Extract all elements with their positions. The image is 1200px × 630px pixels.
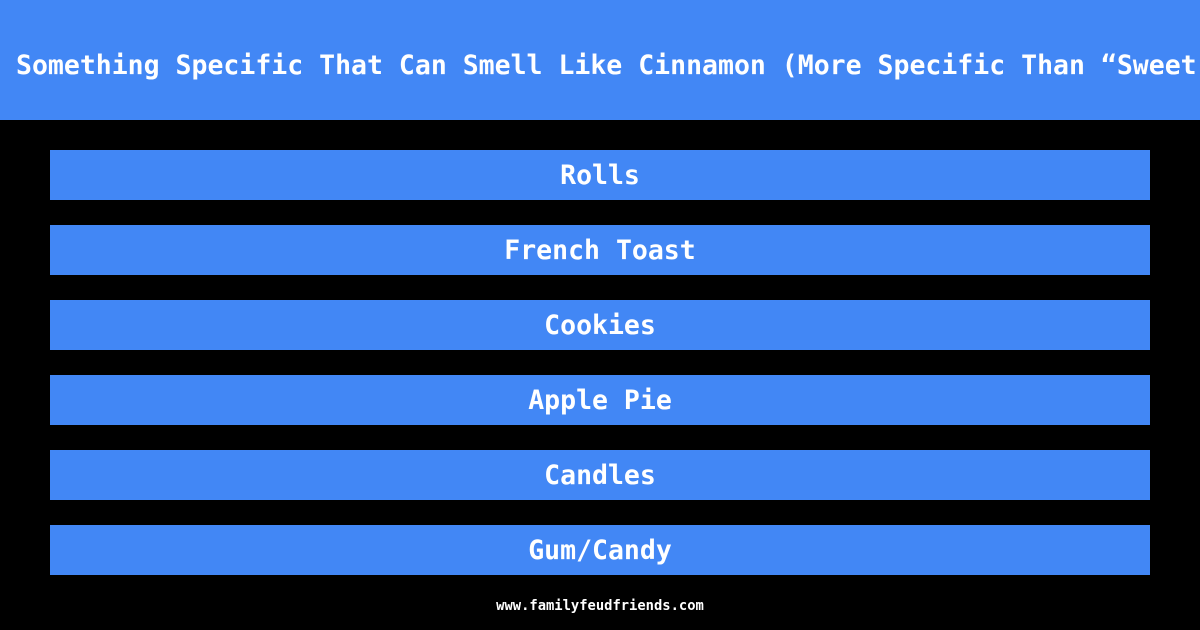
answer-label: Rolls	[560, 159, 640, 191]
answer-label: French Toast	[504, 234, 696, 266]
answer-label: Gum/Candy	[528, 534, 672, 566]
answer-label: Cookies	[544, 309, 656, 341]
answer-label: Candles	[544, 459, 656, 491]
answer-bar: Cookies	[50, 300, 1150, 350]
question-title: Something Specific That Can Smell Like C…	[16, 50, 1197, 81]
answer-bar: French Toast	[50, 225, 1150, 275]
answer-bar: Gum/Candy	[50, 525, 1150, 575]
answer-bar: Candles	[50, 450, 1150, 500]
answer-bar: Apple Pie	[50, 375, 1150, 425]
answer-bar: Rolls	[50, 150, 1150, 200]
answer-label: Apple Pie	[528, 384, 672, 416]
footer-url: www.familyfeudfriends.com	[496, 598, 704, 614]
question-header: Something Specific That Can Smell Like C…	[0, 0, 1200, 120]
